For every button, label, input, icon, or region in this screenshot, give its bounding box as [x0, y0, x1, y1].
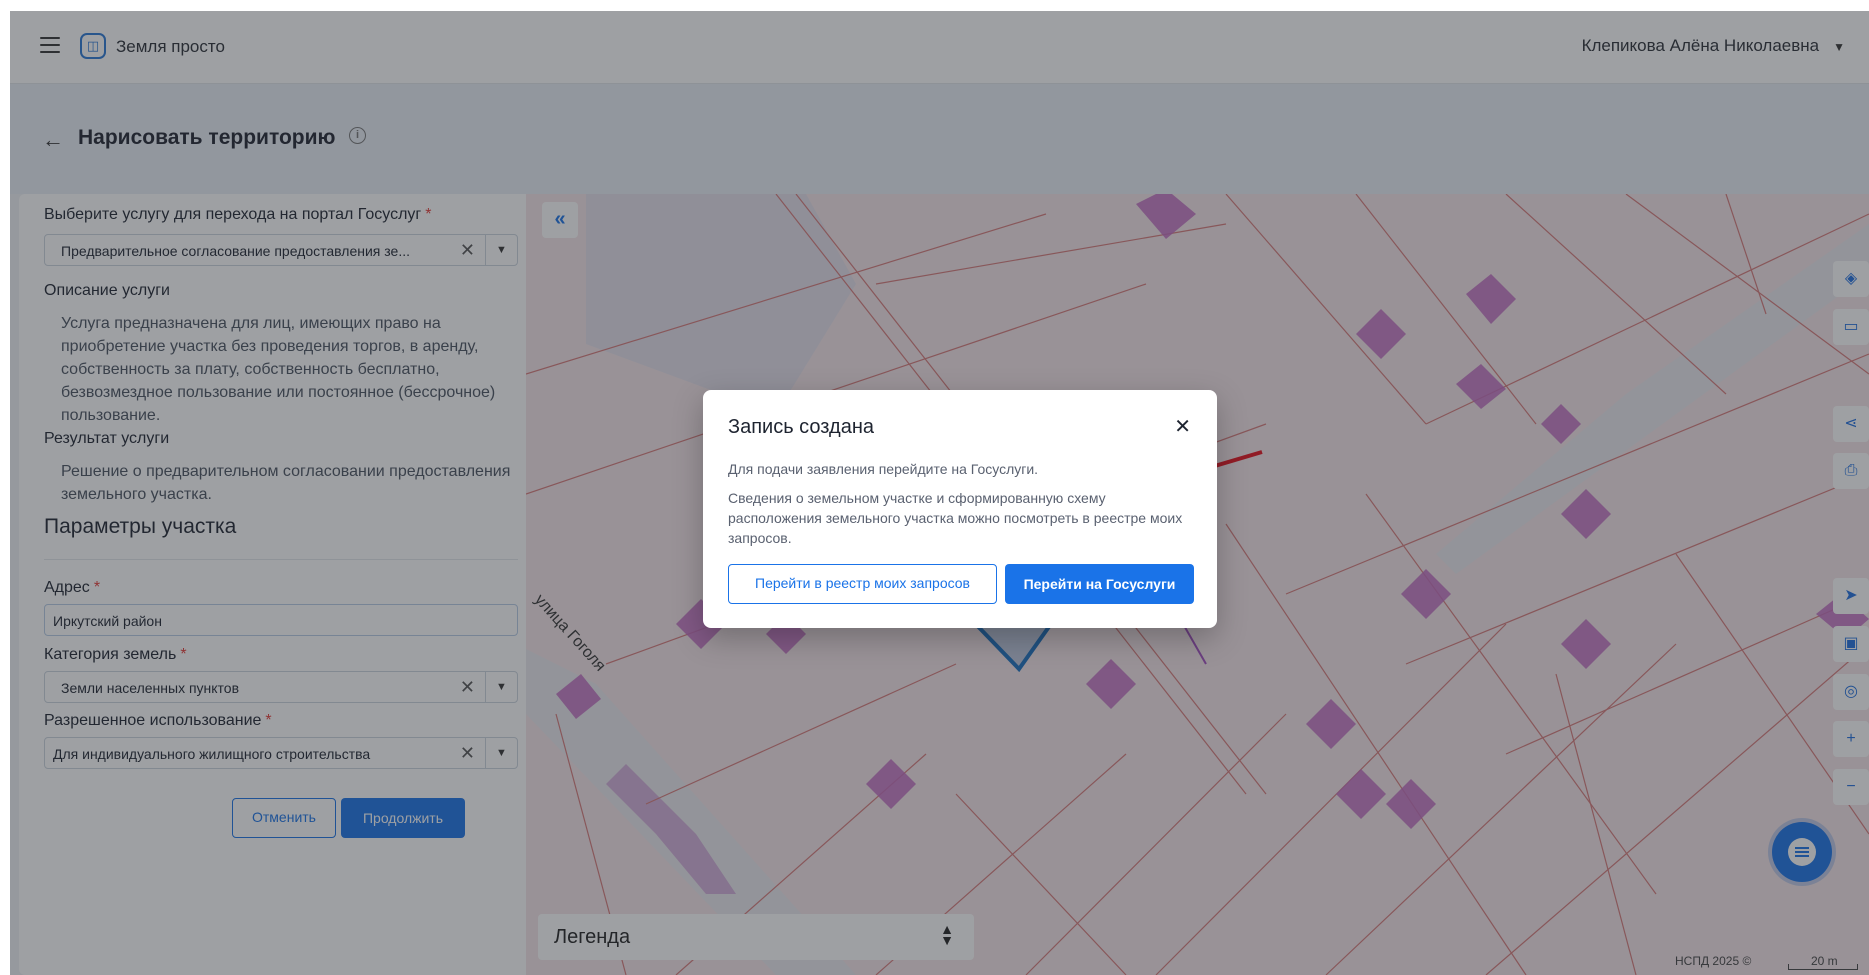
go-to-gosuslugi-button[interactable]: Перейти на Госуслуги	[1005, 564, 1194, 604]
dialog-text-primary: Для подачи заявления перейдите на Госусл…	[728, 461, 1039, 477]
record-created-dialog: Запись создана ✕ Для подачи заявления пе…	[703, 390, 1217, 628]
go-to-registry-button[interactable]: Перейти в реестр моих запросов	[728, 564, 997, 604]
close-icon[interactable]: ✕	[1174, 414, 1191, 439]
dialog-title: Запись создана	[728, 416, 874, 438]
app-frame: ◫ Земля просто Клепикова Алёна Николаевн…	[10, 11, 1869, 975]
dialog-text-secondary: Сведения о земельном участке и сформиров…	[728, 490, 1183, 546]
